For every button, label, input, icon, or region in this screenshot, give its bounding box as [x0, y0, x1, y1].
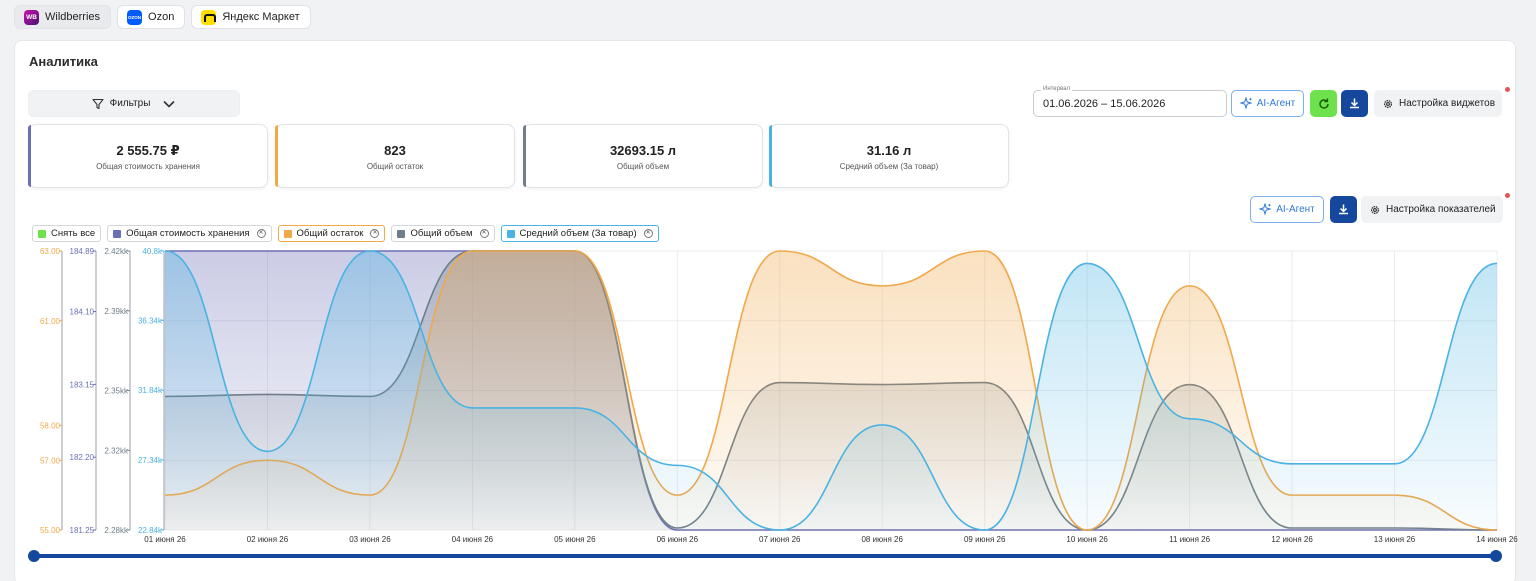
x-tick-label: 13 июня 26	[1374, 535, 1416, 544]
analytics-chart: 55.00 57.00 58.00 61.00 63.00 181.25 182.20 183…	[28, 247, 1518, 562]
y-tick-label: 31.84k	[138, 386, 163, 395]
x-axis: 01 июня 26 02 июня 26 03 июня 26 04 июня 26…	[144, 535, 1518, 544]
x-tick-label: 08 июня 26	[861, 535, 903, 544]
y-tick-label: 57.00	[40, 456, 61, 465]
y-tick-label: 2.39kk	[104, 307, 129, 316]
x-tick-label: 12 июня 26	[1271, 535, 1313, 544]
y-tick-label: 2.42kk	[104, 247, 129, 256]
x-tick-label: 01 июня 26	[144, 535, 186, 544]
slider-handle-end[interactable]	[1490, 550, 1502, 562]
range-slider	[28, 550, 1502, 562]
y-tick-label: 36.34k	[138, 316, 163, 325]
x-tick-label: 09 июня 26	[964, 535, 1006, 544]
x-tick-label: 02 июня 26	[247, 535, 289, 544]
y-tick-label: 27.34k	[138, 456, 163, 465]
y-axes: 55.00 57.00 58.00 61.00 63.00 181.25 182.20 183…	[40, 247, 165, 535]
y-tick-label: 55.00	[40, 526, 61, 535]
y-tick-label: 184.89	[70, 247, 95, 256]
y-tick-label: 181.25	[70, 526, 95, 535]
x-tick-label: 04 июня 26	[452, 535, 494, 544]
y-tick-label: 2.35kk	[104, 387, 129, 396]
x-tick-label: 06 июня 26	[657, 535, 699, 544]
y-tick-label: 183.15	[70, 380, 95, 389]
x-tick-label: 03 июня 26	[349, 535, 391, 544]
y-tick-label: 58.00	[40, 421, 61, 430]
x-tick-label: 14 июня 26	[1476, 535, 1518, 544]
y-tick-label: 61.00	[40, 317, 61, 326]
x-tick-label: 05 июня 26	[554, 535, 596, 544]
y-tick-label: 182.20	[70, 453, 95, 462]
x-tick-label: 11 июня 26	[1169, 535, 1210, 544]
y-tick-label: 40.8k	[142, 247, 163, 256]
slider-handle-start[interactable]	[28, 550, 40, 562]
x-tick-label: 10 июня 26	[1066, 535, 1108, 544]
y-tick-label: 63.00	[40, 247, 61, 256]
y-tick-label: 22.84k	[138, 526, 163, 535]
y-tick-label: 184.10	[70, 308, 95, 317]
y-tick-label: 2.32kk	[104, 446, 129, 455]
x-tick-label: 07 июня 26	[759, 535, 801, 544]
y-tick-label: 2.28kk	[104, 526, 129, 535]
